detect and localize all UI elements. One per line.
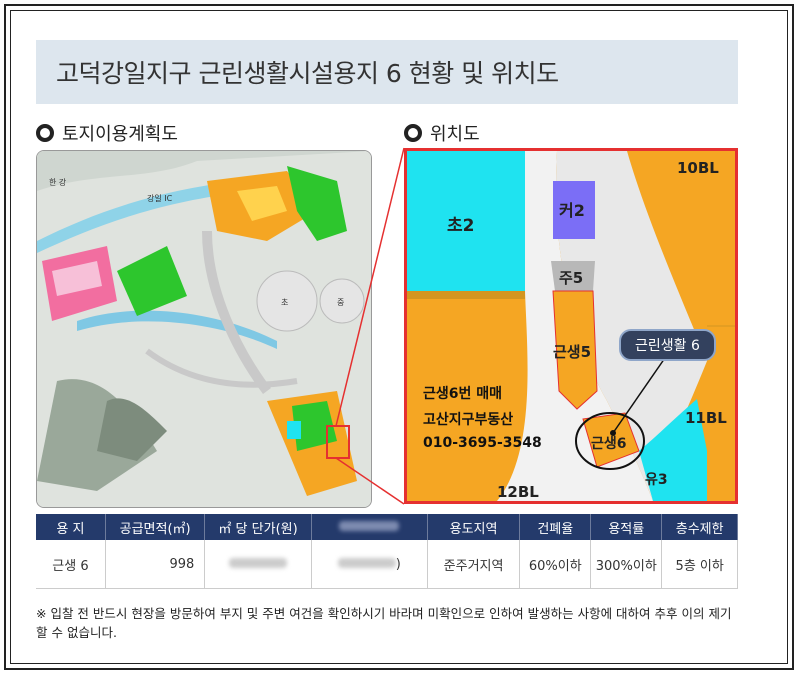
table-cell: 60%이하 (519, 540, 592, 589)
block-10bl: 10BL (677, 159, 719, 177)
block-yu3: 유3 (645, 472, 668, 488)
table-header-redacted (311, 514, 428, 540)
table-cell: 5층 이하 (661, 540, 738, 589)
table-cell: 근생 6 (36, 540, 106, 589)
table-header: 용적률 (590, 514, 663, 540)
note-line-2: 고산지구부동산 (423, 412, 514, 428)
table-cell: 998 (105, 540, 206, 589)
block-geun5: 근생5 (553, 343, 592, 361)
block-12bl: 12BL (497, 483, 539, 501)
table-cell-redacted (204, 540, 312, 589)
info-table: 용 지 공급면적(㎡) ㎡ 당 단가(원) 용도지역 건폐율 용적률 층수제한 … (36, 514, 738, 589)
callout-label: 근린생활 6 (619, 329, 716, 361)
redacted-block (339, 520, 400, 531)
note-line-1: 근생6번 매매 (423, 386, 503, 402)
table-cell: 준주거지역 (427, 540, 521, 589)
block-geun6: 근생6 (591, 436, 627, 452)
footnote: ※ 입찰 전 반드시 현장을 방문하여 부지 및 주변 여건을 확인하시기 바라… (36, 606, 732, 640)
table-row: 근생 6 998 ) 준주거지역 60%이하 300%이하 5층 이하 (36, 540, 738, 589)
table-header: ㎡ 당 단가(원) (204, 514, 312, 540)
block-ju5: 주5 (559, 269, 584, 287)
redacted-block (337, 557, 396, 568)
table-header-row: 용 지 공급면적(㎡) ㎡ 당 단가(원) 용도지역 건폐율 용적률 층수제한 (36, 514, 738, 540)
table-header: 층수제한 (661, 514, 738, 540)
table-cell-suffix: ) (395, 556, 401, 572)
redacted-block (229, 557, 288, 568)
table-header: 용도지역 (427, 514, 521, 540)
location-map: 10BL 11BL 12BL 초2 커2 주5 근생5 근생6 유3 근린생활 … (404, 148, 738, 504)
table-cell-redacted: ) (311, 540, 428, 589)
table-cell: 300%이하 (590, 540, 663, 589)
block-11bl: 11BL (685, 409, 727, 427)
note-line-3: 010-3695-3548 (423, 435, 542, 451)
block-keo2: 커2 (559, 201, 585, 220)
table-header: 용 지 (36, 514, 106, 540)
table-header: 건폐율 (519, 514, 592, 540)
table-header: 공급면적(㎡) (105, 514, 206, 540)
block-cho2: 초2 (447, 216, 475, 236)
